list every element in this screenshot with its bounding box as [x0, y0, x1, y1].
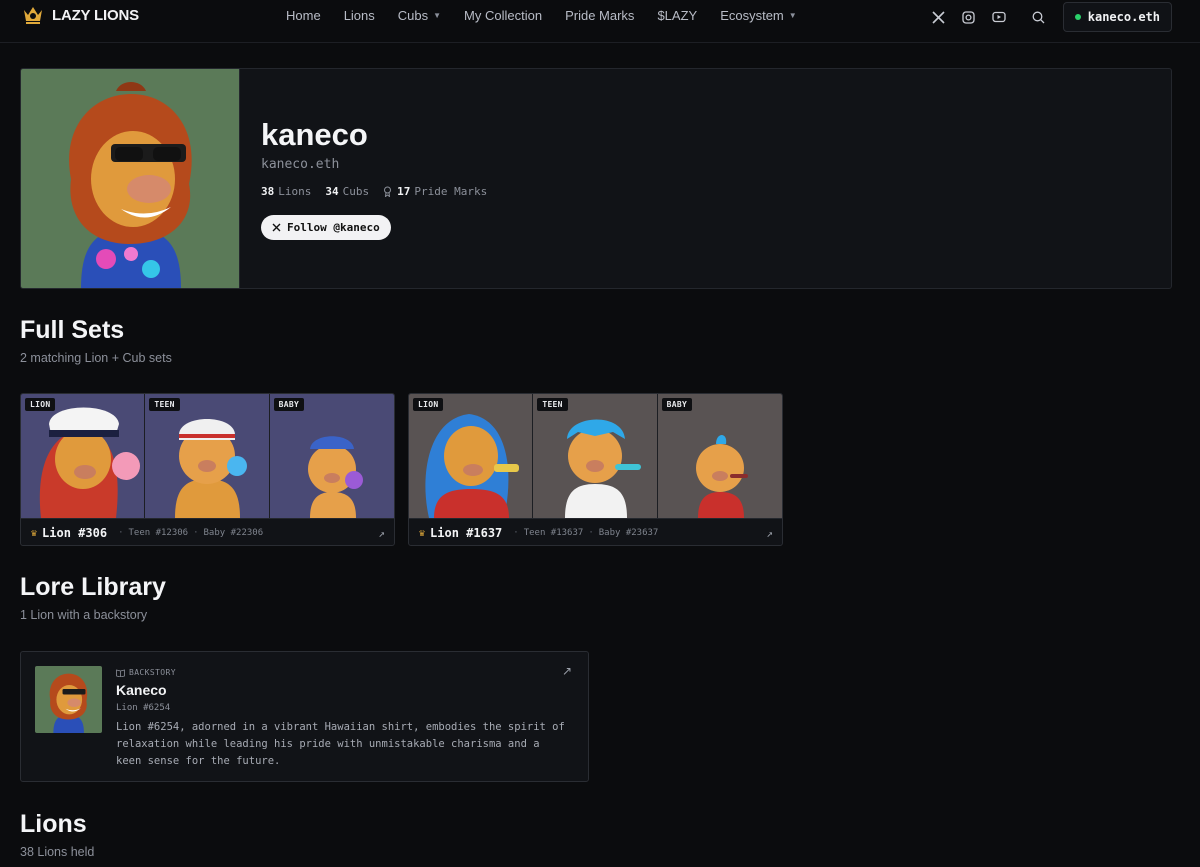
medal-icon	[384, 186, 392, 197]
book-icon	[116, 668, 125, 677]
lore-name: Kaneco	[116, 682, 167, 698]
full-set-card[interactable]: LION TEEN BABY ♛ Lion #1637 · Teen #1363…	[408, 393, 783, 546]
lore-id: Lion #6254	[116, 703, 171, 713]
set-baby-image: BABY	[657, 394, 782, 518]
set-lion-image: LION	[21, 394, 146, 518]
lion-image	[425, 414, 519, 518]
baby-cub-image	[307, 436, 363, 518]
set-badge: TEEN	[537, 398, 568, 411]
x-icon	[272, 223, 281, 232]
set-badge: BABY	[273, 398, 305, 411]
teen-cub-image	[565, 419, 642, 518]
youtube-icon[interactable]	[991, 9, 1007, 25]
lore-text: Lion #6254, adorned in a vibrant Hawaiia…	[116, 721, 565, 767]
chevron-down-icon: ▼	[433, 11, 442, 20]
crown-icon: ♛	[419, 527, 426, 539]
lions-subtitle: 38 Lions held	[20, 845, 95, 859]
full-sets-heading: Full Sets	[20, 316, 125, 344]
nav-right: kaneco.eth	[917, 2, 1172, 32]
set-teen-label: Teen #13637	[523, 528, 584, 538]
profile-name: kaneco	[261, 117, 368, 152]
crown-icon	[24, 7, 42, 24]
set-badge: TEEN	[149, 398, 180, 411]
profile-card: kaneco kaneco.eth 38 Lions 34 Cubs 17 Pride…	[20, 68, 1172, 289]
top-nav: LAZY LIONS Home Lions Cubs ▼ My Collectio…	[0, 0, 1200, 43]
set-images: LION TEEN BABY	[21, 394, 394, 518]
set-main-label: Lion #306	[42, 526, 108, 540]
crown-icon: ♛	[31, 527, 38, 539]
x-icon[interactable]	[931, 9, 947, 25]
nav-cubs[interactable]: Cubs ▼	[398, 8, 441, 23]
brand-name: LAZY LIONS	[52, 6, 139, 24]
set-badge: BABY	[661, 398, 693, 411]
full-sets-subtitle: 2 matching Lion + Cub sets	[20, 351, 172, 365]
set-badge: LION	[25, 398, 56, 411]
profile-stats: 38 Lions 34 Cubs 17 Pride Marks	[261, 185, 501, 198]
full-set-card[interactable]: LION TEEN BABY ♛ Lion #306 · Teen #12306…	[20, 393, 395, 546]
nav-lazy-token[interactable]: $LAZY	[657, 8, 697, 23]
chevron-down-icon: ▼	[788, 11, 797, 20]
stat-lions: 38 Lions	[261, 185, 312, 198]
set-teen-image: TEEN	[533, 394, 658, 518]
set-teen-image: TEEN	[145, 394, 270, 518]
external-link-icon[interactable]: ↗	[766, 527, 773, 540]
stat-pride-marks: 17 Pride Marks	[383, 185, 487, 198]
lion-avatar-image	[69, 82, 192, 288]
set-images: LION TEEN BABY	[409, 394, 782, 518]
set-footer: ♛ Lion #306 · Teen #12306 · Baby #22306 …	[21, 518, 394, 545]
nav-ecosystem[interactable]: Ecosystem ▼	[720, 8, 797, 23]
profile-ens: kaneco.eth	[261, 157, 340, 172]
lore-tag: BACKSTORY	[116, 668, 176, 677]
set-main-label: Lion #1637	[430, 526, 503, 540]
external-link-icon[interactable]: ↗	[378, 527, 385, 540]
external-link-icon[interactable]: ↗	[562, 664, 572, 678]
lion-image	[39, 407, 140, 518]
instagram-icon[interactable]	[961, 9, 977, 25]
wallet-status-dot	[1074, 14, 1081, 20]
lion-thumbnail-image	[49, 673, 88, 733]
nav-links: Home Lions Cubs ▼ My Collection Pride Mar…	[286, 8, 820, 23]
follow-button[interactable]: Follow @kaneco	[261, 215, 391, 240]
search-icon[interactable]	[1031, 9, 1047, 25]
lore-thumbnail	[35, 666, 102, 733]
stat-cubs: 34 Cubs	[325, 185, 370, 198]
set-badge: LION	[413, 398, 444, 411]
lore-library-subtitle: 1 Lion with a backstory	[20, 608, 148, 622]
nav-pride-marks[interactable]: Pride Marks	[565, 8, 634, 23]
teen-cub-image	[175, 419, 248, 518]
set-baby-label: Baby #22306	[203, 528, 264, 538]
set-baby-label: Baby #23637	[598, 528, 659, 538]
wallet-label: kaneco.eth	[1087, 10, 1160, 24]
set-baby-image: BABY	[269, 394, 394, 518]
brand-logo[interactable]: LAZY LIONS	[22, 5, 139, 25]
baby-cub-image	[695, 435, 748, 518]
set-footer: ♛ Lion #1637 · Teen #13637 · Baby #23637…	[409, 518, 782, 545]
set-lion-image: LION	[409, 394, 534, 518]
lore-library-heading: Lore Library	[20, 573, 166, 601]
wallet-button[interactable]: kaneco.eth	[1062, 2, 1172, 32]
nav-home[interactable]: Home	[286, 8, 321, 23]
set-teen-label: Teen #12306	[128, 528, 189, 538]
lions-heading: Lions	[20, 810, 87, 838]
nav-lions[interactable]: Lions	[344, 8, 375, 23]
profile-avatar	[21, 69, 240, 288]
lore-card[interactable]: BACKSTORY Kaneco Lion #6254 Lion #6254, …	[20, 651, 589, 782]
nav-my-collection[interactable]: My Collection	[464, 8, 542, 23]
